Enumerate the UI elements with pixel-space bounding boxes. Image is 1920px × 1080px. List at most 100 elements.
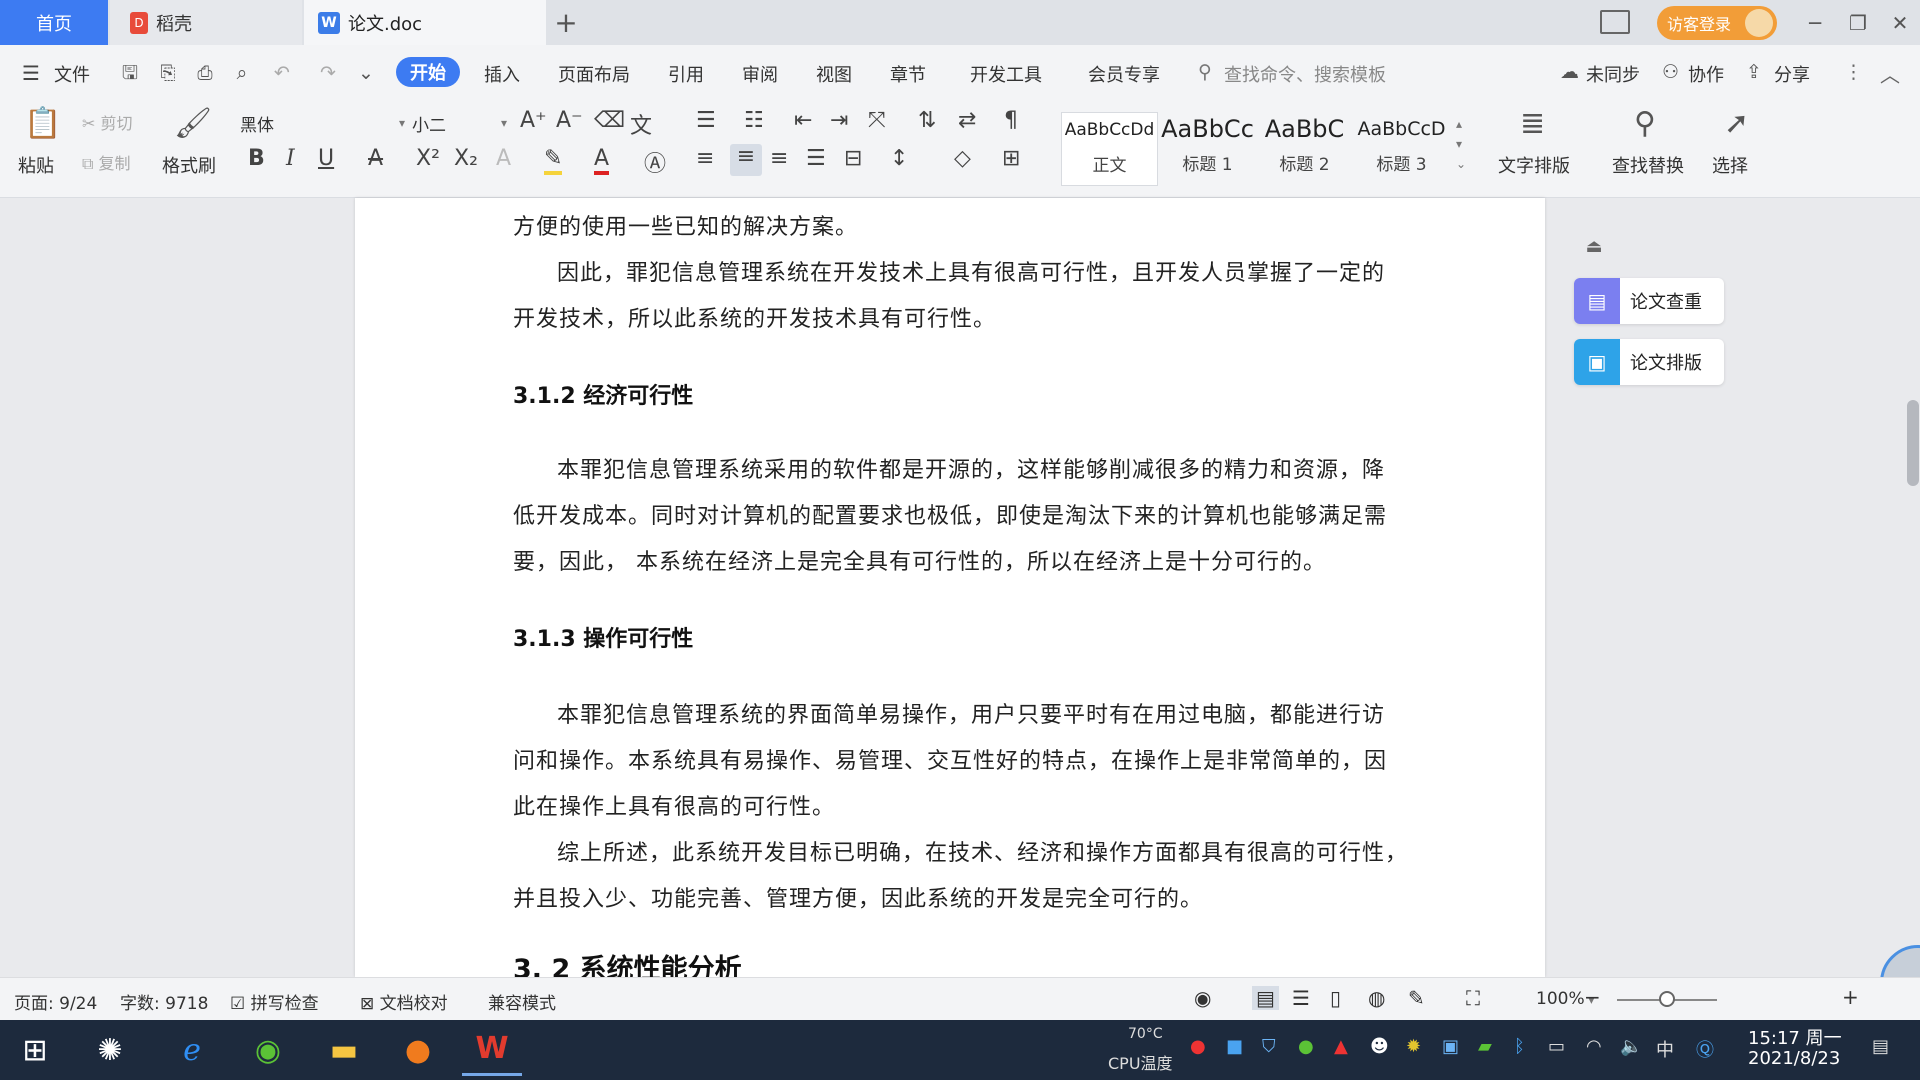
tab-daoke[interactable]: D 稻壳: [110, 0, 302, 45]
text-layout-icon[interactable]: ≣: [1520, 106, 1545, 141]
outline-view-icon[interactable]: ☰: [1292, 986, 1310, 1010]
text-layout-button[interactable]: 文字排版: [1498, 152, 1570, 178]
tab-member[interactable]: 会员专享: [1088, 61, 1160, 87]
tray-app-icon[interactable]: ■: [1226, 1036, 1243, 1057]
customize-dropdown-icon[interactable]: ⌄: [354, 61, 378, 85]
page-indicator[interactable]: 页面: 9/24: [14, 989, 97, 1014]
tab-document[interactable]: W 论文.doc: [304, 0, 546, 45]
fit-page-icon[interactable]: ⛶: [1466, 986, 1480, 1010]
find-replace-button[interactable]: 查找替换: [1612, 152, 1684, 178]
tab-chapter[interactable]: 章节: [890, 61, 926, 87]
find-replace-icon[interactable]: ⚲: [1634, 106, 1656, 141]
zoom-slider-handle[interactable]: [1659, 991, 1675, 1007]
tab-page-layout[interactable]: 页面布局: [558, 61, 630, 87]
collapse-ribbon-icon[interactable]: ︿: [1880, 59, 1900, 88]
bullet-list-icon[interactable]: ☰: [696, 108, 716, 133]
more-icon[interactable]: ⋮: [1844, 61, 1863, 83]
grow-font-icon[interactable]: A⁺: [520, 108, 547, 133]
shading-icon[interactable]: ◇: [954, 146, 971, 171]
tray-360-icon[interactable]: ●: [1298, 1036, 1314, 1057]
print-preview-icon[interactable]: ⌕: [230, 61, 254, 85]
layout-switch-icon[interactable]: [1600, 10, 1630, 34]
chinese-layout-icon[interactable]: ⤧: [868, 108, 886, 133]
tab-references[interactable]: 引用: [668, 61, 704, 87]
export-icon[interactable]: ⎘: [156, 61, 180, 85]
style-heading-1[interactable]: AaBbCc 标题 1: [1160, 112, 1255, 184]
paste-button[interactable]: 粘贴: [18, 152, 54, 178]
wifi-icon[interactable]: ◠: [1586, 1036, 1602, 1057]
collapse-panel-icon[interactable]: ⏏: [1582, 236, 1606, 260]
italic-icon[interactable]: I: [286, 146, 295, 171]
show-marks-icon[interactable]: ¶: [1004, 108, 1018, 133]
shrink-font-icon[interactable]: A⁻: [556, 108, 583, 133]
bluetooth-icon[interactable]: ᛒ: [1514, 1036, 1525, 1057]
subscript-icon[interactable]: X₂: [454, 146, 478, 171]
format-painter-button[interactable]: 格式刷: [162, 152, 216, 178]
numbered-list-icon[interactable]: ☷: [744, 108, 764, 133]
increase-indent-icon[interactable]: ⇥: [830, 108, 848, 133]
input-method-indicator[interactable]: 中: [1656, 1036, 1674, 1062]
tray-nvidia-icon[interactable]: ▰: [1478, 1036, 1492, 1057]
wps-writer-icon[interactable]: W: [462, 1024, 522, 1076]
sync-status[interactable]: 未同步: [1586, 61, 1640, 87]
web-view-icon[interactable]: ◍: [1368, 986, 1385, 1010]
ie-browser-icon[interactable]: ℯ: [162, 1024, 222, 1076]
align-right-icon[interactable]: ≡: [770, 146, 788, 171]
browser-360-icon[interactable]: ◉: [238, 1024, 298, 1076]
zoom-in-icon[interactable]: +: [1842, 985, 1859, 1009]
align-left-icon[interactable]: ≡: [696, 146, 714, 171]
tray-shield-icon[interactable]: ⛉: [1262, 1036, 1276, 1057]
restore-icon[interactable]: ❐: [1838, 0, 1878, 45]
font-color-icon[interactable]: A: [594, 146, 610, 175]
clock-time[interactable]: 15:17 周一: [1748, 1024, 1842, 1050]
paper-check-button[interactable]: ▤ 论文查重: [1574, 278, 1724, 324]
tab-home[interactable]: 首页: [0, 0, 108, 45]
cut-button[interactable]: ✂ 剪切: [82, 110, 133, 134]
notifications-icon[interactable]: ▤: [1872, 1036, 1889, 1057]
font-size-select[interactable]: 小二 ▾: [412, 110, 507, 136]
line-spacing-icon[interactable]: ↕: [890, 146, 908, 171]
style-heading-2[interactable]: AaBbC 标题 2: [1257, 112, 1352, 184]
bold-icon[interactable]: B: [248, 146, 265, 171]
distributed-align-icon[interactable]: ⊟: [844, 146, 862, 171]
superscript-icon[interactable]: X²: [416, 146, 440, 171]
sort-icon[interactable]: ⇅: [918, 108, 936, 133]
page-view-icon[interactable]: ▤: [1252, 986, 1279, 1010]
file-explorer-icon[interactable]: ▬: [314, 1024, 374, 1076]
tab-developer[interactable]: 开发工具: [970, 61, 1042, 87]
format-painter-icon[interactable]: 🖌: [174, 106, 212, 141]
save-icon[interactable]: 🖫: [118, 61, 142, 85]
select-cursor-icon[interactable]: ➚: [1724, 106, 1749, 141]
text-effect-icon[interactable]: A: [496, 146, 511, 171]
highlight-icon[interactable]: ✎: [544, 146, 563, 175]
tab-review[interactable]: 审阅: [742, 61, 778, 87]
minimize-icon[interactable]: ─: [1795, 0, 1835, 45]
style-heading-3[interactable]: AaBbCcD 标题 3: [1354, 112, 1449, 184]
align-center-icon[interactable]: ≡: [730, 144, 762, 176]
tray-window-icon[interactable]: ▣: [1442, 1036, 1459, 1057]
character-border-icon[interactable]: Ⓐ: [644, 146, 666, 178]
start-windows-icon[interactable]: ⊞: [5, 1024, 65, 1076]
eye-protection-icon[interactable]: ◉: [1194, 986, 1211, 1010]
collaborate-button[interactable]: 协作: [1688, 61, 1724, 87]
spell-check-button[interactable]: ☑ 拼写检查: [230, 989, 319, 1014]
strikethrough-icon[interactable]: A: [368, 146, 383, 171]
command-search-input[interactable]: 查找命令、搜索模板: [1224, 61, 1386, 87]
tab-insert[interactable]: 插入: [484, 61, 520, 87]
volume-icon[interactable]: 🔈: [1620, 1036, 1642, 1057]
tray-star-icon[interactable]: ✹: [1406, 1036, 1421, 1057]
menu-file[interactable]: 文件: [54, 61, 90, 87]
share-button[interactable]: 分享: [1774, 61, 1810, 87]
word-count[interactable]: 字数: 9718: [120, 989, 208, 1014]
reading-view-icon[interactable]: ▯: [1330, 986, 1341, 1010]
tray-alert-icon[interactable]: ▲: [1334, 1036, 1348, 1057]
text-direction-icon[interactable]: ⇄: [958, 108, 976, 133]
tray-qq-icon[interactable]: ☻: [1370, 1036, 1389, 1057]
undo-icon[interactable]: ↶: [270, 61, 294, 85]
select-button[interactable]: 选择: [1712, 152, 1748, 178]
decrease-indent-icon[interactable]: ⇤: [794, 108, 812, 133]
font-name-select[interactable]: 黑体 ▾: [240, 110, 405, 136]
game-app-icon[interactable]: ●: [388, 1024, 448, 1076]
redo-icon[interactable]: ↷: [316, 61, 340, 85]
borders-icon[interactable]: ⊞: [1002, 146, 1020, 171]
